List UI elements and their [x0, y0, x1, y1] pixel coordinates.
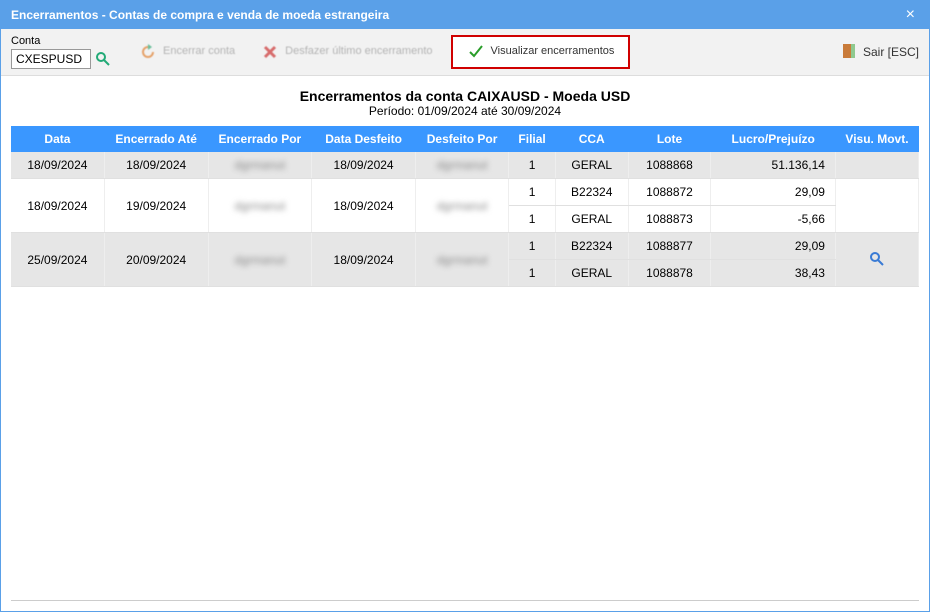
col-cca: CCA — [555, 126, 628, 152]
visualizar-label: Visualizar encerramentos — [491, 45, 615, 58]
titlebar: Encerramentos - Contas de compra e venda… — [1, 1, 929, 29]
page-title: Encerramentos da conta CAIXAUSD - Moeda … — [11, 88, 919, 104]
desfazer-label: Desfazer último encerramento — [285, 45, 432, 58]
cell-filial: 1 — [509, 260, 556, 287]
cell-encerrado-por: dgrmanut — [208, 152, 312, 179]
col-lote: Lote — [628, 126, 711, 152]
table-row: 18/09/202418/09/2024dgrmanut18/09/2024dg… — [11, 152, 919, 179]
cell-desfeito-por: dgrmanut — [415, 233, 508, 287]
cell-cca: GERAL — [555, 260, 628, 287]
cell-desfeito-por: dgrmanut — [415, 179, 508, 233]
cell-encerrado-ate: 18/09/2024 — [104, 152, 208, 179]
cell-visu — [835, 152, 918, 179]
cell-lote: 1088878 — [628, 260, 711, 287]
col-encerrado-ate: Encerrado Até — [104, 126, 208, 152]
cell-visu — [835, 233, 918, 287]
cell-lucro: 38,43 — [711, 260, 835, 287]
window-title: Encerramentos - Contas de compra e venda… — [11, 8, 389, 22]
col-desfeito-por: Desfeito Por — [415, 126, 508, 152]
window: Encerramentos - Contas de compra e venda… — [0, 0, 930, 612]
cell-data: 18/09/2024 — [11, 179, 104, 233]
content: Encerramentos da conta CAIXAUSD - Moeda … — [1, 76, 929, 611]
cell-lote: 1088868 — [628, 152, 711, 179]
cell-encerrado-por: dgrmanut — [208, 233, 312, 287]
encerrar-conta-button[interactable]: Encerrar conta — [131, 39, 243, 65]
cell-cca: GERAL — [555, 206, 628, 233]
table-body: 18/09/202418/09/2024dgrmanut18/09/2024dg… — [11, 152, 919, 287]
account-block: Conta — [11, 35, 111, 69]
x-icon — [261, 43, 279, 61]
door-icon — [841, 43, 857, 62]
search-icon[interactable] — [95, 51, 111, 67]
cell-filial: 1 — [509, 152, 556, 179]
cell-data: 25/09/2024 — [11, 233, 104, 287]
col-filial: Filial — [509, 126, 556, 152]
cell-visu — [835, 179, 918, 233]
sair-button[interactable]: Sair [ESC] — [841, 43, 919, 62]
toolbar: Conta Encerrar conta Desfazer último enc… — [1, 29, 929, 76]
cell-lote: 1088873 — [628, 206, 711, 233]
col-data-desfeito: Data Desfeito — [312, 126, 416, 152]
cell-data: 18/09/2024 — [11, 152, 104, 179]
cell-data-desfeito: 18/09/2024 — [312, 179, 416, 233]
col-data: Data — [11, 126, 104, 152]
period-label: Período: 01/09/2024 até 30/09/2024 — [11, 104, 919, 118]
cell-encerrado-ate: 19/09/2024 — [104, 179, 208, 233]
cell-lucro: -5,66 — [711, 206, 835, 233]
cell-cca: GERAL — [555, 152, 628, 179]
col-visu: Visu. Movt. — [835, 126, 918, 152]
col-encerrado-por: Encerrado Por — [208, 126, 312, 152]
refresh-icon — [139, 43, 157, 61]
desfazer-button[interactable]: Desfazer último encerramento — [253, 39, 440, 65]
cell-data-desfeito: 18/09/2024 — [312, 152, 416, 179]
table-header-row: Data Encerrado Até Encerrado Por Data De… — [11, 126, 919, 152]
cell-desfeito-por: dgrmanut — [415, 152, 508, 179]
conta-label: Conta — [11, 35, 111, 47]
closures-table: Data Encerrado Até Encerrado Por Data De… — [11, 126, 919, 287]
cell-lote: 1088877 — [628, 233, 711, 260]
cell-filial: 1 — [509, 179, 556, 206]
cell-lucro: 29,09 — [711, 179, 835, 206]
cell-data-desfeito: 18/09/2024 — [312, 233, 416, 287]
table-row: 25/09/202420/09/2024dgrmanut18/09/2024dg… — [11, 233, 919, 260]
cell-filial: 1 — [509, 206, 556, 233]
visualizar-button[interactable]: Visualizar encerramentos — [451, 35, 631, 69]
cell-cca: B22324 — [555, 233, 628, 260]
table-row: 18/09/202419/09/2024dgrmanut18/09/2024dg… — [11, 179, 919, 206]
close-icon[interactable]: × — [902, 6, 919, 24]
table-wrapper: Data Encerrado Até Encerrado Por Data De… — [11, 126, 919, 601]
check-icon — [467, 43, 485, 61]
cell-encerrado-por: dgrmanut — [208, 179, 312, 233]
cell-encerrado-ate: 20/09/2024 — [104, 233, 208, 287]
cell-lote: 1088872 — [628, 179, 711, 206]
col-lucro: Lucro/Prejuízo — [711, 126, 835, 152]
sair-label: Sair [ESC] — [863, 45, 919, 59]
cell-filial: 1 — [509, 233, 556, 260]
cell-lucro: 29,09 — [711, 233, 835, 260]
cell-lucro: 51.136,14 — [711, 152, 835, 179]
conta-input[interactable] — [11, 49, 91, 69]
encerrar-label: Encerrar conta — [163, 45, 235, 58]
cell-cca: B22324 — [555, 179, 628, 206]
magnifier-icon[interactable] — [869, 251, 885, 267]
